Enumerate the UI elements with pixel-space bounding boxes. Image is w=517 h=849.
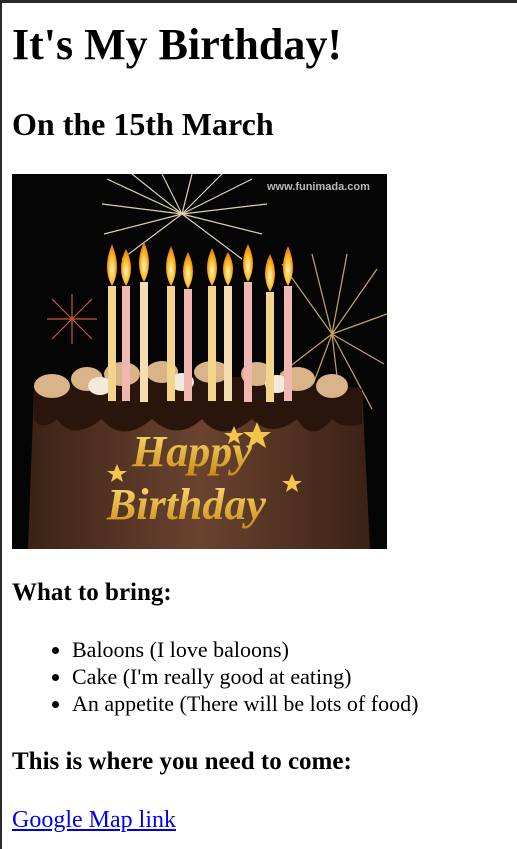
google-map-link[interactable]: Google Map link [12,805,176,835]
list-item: Baloons (I love baloons) [72,636,418,663]
greeting-line-2: Birthday [106,480,266,529]
date-heading: On the 15th March [12,106,274,142]
page-title: It's My Birthday! [12,20,342,69]
what-to-bring-heading: What to bring: [12,579,172,606]
window-top-border [0,0,517,3]
bring-list: Baloons (I love baloons) Cake (I'm reall… [12,636,418,717]
location-heading: This is where you need to come: [12,748,352,775]
watermark-text: www.funimada.com [266,181,370,193]
window-left-border [0,0,2,849]
list-item: Cake (I'm really good at eating) [72,663,418,690]
birthday-cake-image: www.funimada.com Happy Birthday [12,174,387,549]
list-item: An appetite (There will be lots of food) [72,690,418,717]
